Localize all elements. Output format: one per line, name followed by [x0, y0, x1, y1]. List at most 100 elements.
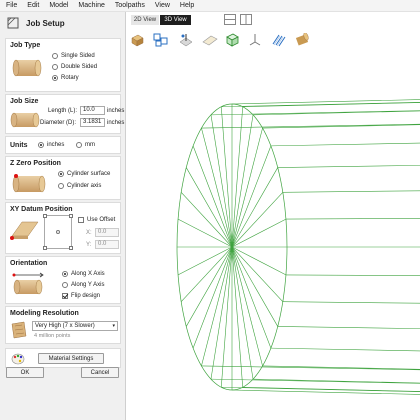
inches-label: inches	[47, 142, 65, 148]
cylinder-length-line	[253, 110, 420, 116]
offset-x-label: X:	[86, 230, 92, 236]
cylinder-spoke	[210, 114, 233, 248]
job-size-section: Job Size Length (L): 10.0 inches Diamete…	[5, 94, 125, 134]
z-zero-surface[interactable]: Cylinder surface	[58, 171, 110, 177]
palette-icon	[11, 353, 25, 365]
length-label: Length (L):	[48, 108, 78, 114]
offset-y-label: Y:	[86, 242, 92, 248]
mm-radio[interactable]	[76, 142, 82, 148]
menu-view[interactable]: View	[155, 2, 170, 9]
flip-design[interactable]: Flip design	[62, 293, 100, 299]
view-cube-icon[interactable]	[225, 32, 240, 48]
flip-design-label: Flip design	[71, 293, 101, 299]
modeling-section: Modeling Resolution Very High (7 x Slowe…	[5, 306, 121, 344]
cancel-button[interactable]: Cancel	[81, 367, 119, 378]
orient-x[interactable]: Along X Axis	[62, 271, 105, 277]
xy-datum-board-icon	[10, 221, 39, 240]
job-type-section: Job Type Single Sided Double Sided Rotar…	[5, 38, 121, 92]
rotary-label: Rotary	[61, 75, 79, 81]
datum-corner-bl[interactable]	[43, 246, 47, 250]
units-inches[interactable]: inches	[38, 142, 64, 148]
cylinder-spoke	[231, 246, 254, 380]
single-sided-label: Single Sided	[61, 53, 95, 59]
3d-viewport[interactable]	[127, 52, 420, 420]
inches-radio[interactable]	[38, 142, 44, 148]
resolution-value: Very High (7 x Slower)	[35, 323, 95, 329]
cylinder-size-icon	[10, 112, 40, 128]
resolution-note: 4 million points	[34, 333, 71, 339]
along-y-label: Along Y Axis	[71, 282, 105, 288]
z-zero-axis[interactable]: Cylinder axis	[58, 183, 101, 189]
orient-y[interactable]: Along Y Axis	[62, 282, 104, 288]
along-y-radio[interactable]	[62, 282, 68, 288]
material-settings-button[interactable]: Material Settings	[38, 353, 104, 364]
use-offset-checkbox[interactable]	[78, 217, 84, 223]
cylinder-spoke	[231, 145, 272, 248]
menu-help[interactable]: Help	[180, 2, 194, 9]
orientation-title: Orientation	[10, 260, 48, 267]
use-offset[interactable]: Use Offset	[78, 217, 115, 223]
cylinder-icon[interactable]	[294, 33, 310, 47]
flat-sheet-icon[interactable]	[202, 33, 218, 47]
split-vertical-icon[interactable]	[240, 14, 252, 25]
along-x-radio[interactable]	[62, 271, 68, 277]
job-type-rotary[interactable]: Rotary	[52, 75, 79, 81]
tab-3d-view[interactable]: 3D View	[160, 15, 191, 25]
flip-design-checkbox[interactable]	[62, 293, 68, 299]
z-zero-section: Z Zero Position Cylinder surface Cylinde…	[5, 156, 121, 200]
ok-button[interactable]: OK	[6, 367, 44, 378]
diameter-field[interactable]: 3.1831	[80, 118, 105, 127]
cylinder-axis-label: Cylinder axis	[67, 183, 102, 189]
datum-selector[interactable]	[43, 214, 73, 250]
offset-y-field[interactable]: 0.0	[95, 240, 119, 249]
cubes-icon[interactable]	[153, 32, 169, 48]
tab-2d-view[interactable]: 2D View	[131, 15, 159, 25]
menu-machine[interactable]: Machine	[78, 2, 104, 9]
job-type-title: Job Type	[10, 42, 41, 49]
xy-datum-section: XY Datum Position Use Offset X: 0.0 Y: 0…	[5, 202, 121, 254]
cylinder-length-line	[262, 124, 420, 129]
job-size-title: Job Size	[10, 98, 39, 105]
menu-edit[interactable]: Edit	[27, 2, 39, 9]
axes-icon[interactable]	[248, 32, 262, 48]
cylinder-icon	[12, 59, 42, 77]
job-setup-panel: Job Setup Job Type Single Sided Double S…	[0, 12, 126, 420]
split-horizontal-icon[interactable]	[224, 14, 236, 25]
resolution-icon	[11, 321, 27, 339]
job-type-single[interactable]: Single Sided	[52, 53, 95, 59]
resolution-dropdown[interactable]: Very High (7 x Slower) ▾	[32, 321, 118, 331]
job-type-double[interactable]: Double Sided	[52, 64, 97, 70]
double-sided-label: Double Sided	[61, 64, 98, 70]
chevron-down-icon: ▾	[112, 323, 115, 329]
z-zero-cylinder-icon	[12, 174, 46, 193]
toolpath-preview-icon[interactable]	[178, 32, 194, 48]
cylinder-axis-radio[interactable]	[58, 183, 64, 189]
cylinder-length-line	[285, 274, 420, 276]
rotary-radio[interactable]	[52, 75, 58, 81]
cylinder-spoke	[210, 246, 233, 380]
datum-corner-tl[interactable]	[43, 214, 47, 218]
length-field[interactable]: 10.0	[80, 106, 105, 115]
datum-corner-br[interactable]	[69, 246, 73, 250]
cylinder-surface-radio[interactable]	[58, 171, 64, 177]
material-block-icon[interactable]	[130, 33, 144, 47]
datum-corner-tr[interactable]	[69, 214, 73, 218]
double-sided-radio[interactable]	[52, 64, 58, 70]
cylinder-surface-label: Cylinder surface	[67, 171, 111, 177]
menu-toolpaths[interactable]: Toolpaths	[115, 2, 145, 9]
panel-header: Job Setup	[0, 12, 126, 34]
offset-x-field[interactable]: 0.0	[95, 228, 119, 237]
view-tabs: 2D View 3D View	[127, 12, 420, 26]
menu-model[interactable]: Model	[49, 2, 68, 9]
datum-center[interactable]	[56, 230, 60, 234]
pattern-icon[interactable]	[271, 32, 287, 48]
menu-file[interactable]: File	[6, 2, 17, 9]
cylinder-length-line	[282, 301, 420, 304]
cylinder-length-line	[262, 365, 420, 370]
z-zero-title: Z Zero Position	[10, 160, 61, 167]
view-toolbar	[127, 28, 420, 52]
cylinder-spoke	[192, 246, 233, 349]
single-sided-radio[interactable]	[52, 53, 58, 59]
diameter-unit: inches	[107, 120, 125, 126]
units-mm[interactable]: mm	[76, 142, 95, 148]
